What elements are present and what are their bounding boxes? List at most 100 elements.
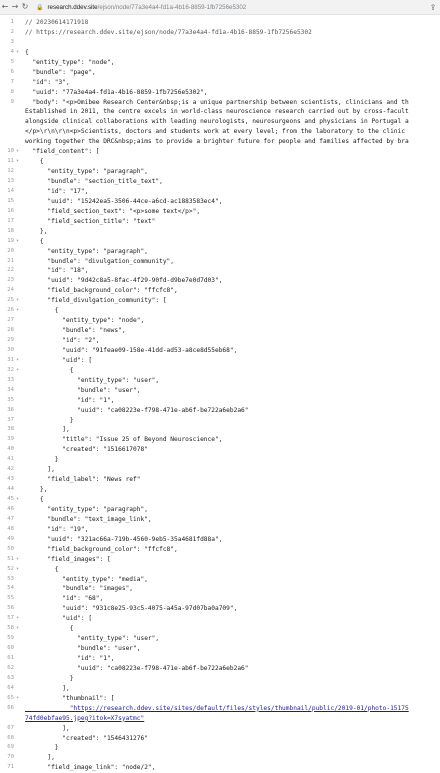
code-text: "entity_type": "user", xyxy=(25,376,160,384)
code-line: 44 }, xyxy=(0,485,440,495)
line-number: 59 xyxy=(7,635,14,642)
line-number: 22 xyxy=(7,267,14,274)
line-number: 26 xyxy=(7,307,14,314)
fold-toggle-icon[interactable]: ▾ xyxy=(16,296,19,306)
line-number: 48 xyxy=(7,525,14,532)
fold-toggle-icon[interactable]: ▾ xyxy=(16,495,19,505)
line-number: 54 xyxy=(7,585,14,592)
code-line: 11 ▾ { xyxy=(0,157,440,167)
line-number: 7 xyxy=(10,78,14,85)
code-line: 71 "field_image_link": "node/2", xyxy=(0,763,440,773)
address-bar[interactable]: 🔒 research.ddev.site /ejson/node/77a3e4a… xyxy=(36,4,426,11)
line-number: 41 xyxy=(7,456,14,463)
code-line: 65 ▾ "thumbnail": [ xyxy=(0,694,440,704)
code-line: 25 ▾ "field_divulgation_community": [ xyxy=(0,296,440,306)
code-line: 10 ▾ "field_content": [ xyxy=(0,147,440,157)
code-text: </p>\r\n\r\n<p>Scientists, doctors and s… xyxy=(25,128,405,136)
code-text: "uid": [ xyxy=(25,356,93,364)
fold-toggle-icon[interactable]: ▾ xyxy=(16,48,19,58)
code-text: { xyxy=(25,565,59,573)
line-number: 68 xyxy=(7,734,14,741)
line-number: 46 xyxy=(7,505,14,512)
code-text: // https://research.ddev.site/ejson/node… xyxy=(25,28,312,36)
line-number: 35 xyxy=(7,396,14,403)
fold-toggle-icon[interactable]: ▾ xyxy=(16,147,19,157)
line-number: 43 xyxy=(7,476,14,483)
fold-toggle-icon[interactable]: ▾ xyxy=(16,614,19,624)
share-icon[interactable]: ⇪ xyxy=(426,3,440,12)
code-line: 70 ], xyxy=(0,753,440,763)
code-line: 66 "https://research.ddev.site/sites/def… xyxy=(0,704,440,714)
code-text: "entity_type": "paragraph", xyxy=(25,168,148,176)
line-number: 47 xyxy=(7,515,14,522)
url-link[interactable]: "https://research.ddev.site/sites/defaul… xyxy=(25,704,409,714)
browser-toolbar: ← → ↻ 🔒 research.ddev.site /ejson/node/7… xyxy=(0,0,440,15)
code-text: "id": "18", xyxy=(25,267,89,275)
line-number: 61 xyxy=(7,655,14,661)
code-text: "entity_type": "node", xyxy=(25,58,115,66)
code-line: 51 ▾ "field_images": [ xyxy=(0,555,440,565)
code-text: // 20230614171918 xyxy=(25,19,89,26)
fold-toggle-icon[interactable]: ▾ xyxy=(16,237,19,247)
line-number: 8 xyxy=(10,88,14,95)
code-line: 8 "uuid": "77a3e4a4-fd1a-4b16-8859-1fb72… xyxy=(0,88,440,98)
code-text: "uuid": "15242ea5-3506-44ce-a6cd-ac18835… xyxy=(25,197,223,205)
fold-toggle-icon[interactable]: ▾ xyxy=(16,157,19,167)
code-line: alongside clinical collaborations with l… xyxy=(0,117,440,127)
line-number: 23 xyxy=(7,277,14,284)
code-text: working together the DRC&nbsp;aims to pr… xyxy=(25,138,409,146)
code-text: { xyxy=(25,625,74,633)
line-number: 32 xyxy=(7,366,14,373)
line-number: 70 xyxy=(7,754,14,761)
code-text: { xyxy=(25,307,59,315)
code-text: } xyxy=(25,416,74,424)
fold-toggle-icon[interactable]: ▾ xyxy=(16,555,19,565)
code-line: 62 "uuid": "ca08223e-f798-471e-ab6f-be72… xyxy=(0,664,440,674)
line-number: 34 xyxy=(7,386,14,393)
code-text: "id": "2", xyxy=(25,337,100,344)
code-line: 26 ▾ { xyxy=(0,306,440,316)
line-number: 67 xyxy=(7,724,14,731)
code-line: 21 "bundle": "divulgation_community", xyxy=(0,257,440,267)
code-line: 55 "id": "68", xyxy=(0,594,440,604)
code-line: 74fd0ebfae95.jpeg?itok=X7syatmc" xyxy=(0,714,440,724)
code-text: alongside clinical collaborations with l… xyxy=(25,118,409,126)
fold-toggle-icon[interactable]: ▾ xyxy=(16,694,19,704)
line-number: 6 xyxy=(10,68,14,75)
line-number: 17 xyxy=(7,217,14,224)
line-number: 60 xyxy=(7,645,14,652)
code-line: 4 ▾ { xyxy=(0,48,440,58)
line-number: 44 xyxy=(7,486,14,493)
code-line: 29 "id": "2", xyxy=(0,336,440,346)
line-number: 64 xyxy=(7,684,14,691)
code-line: 28 "bundle": "news", xyxy=(0,326,440,336)
fold-toggle-icon[interactable]: ▾ xyxy=(16,366,19,376)
code-line: 60 "bundle": "user", xyxy=(0,644,440,654)
fold-toggle-icon[interactable]: ▾ xyxy=(16,624,19,634)
line-number: 19 xyxy=(7,237,14,244)
reload-icon[interactable]: ↻ xyxy=(20,0,30,14)
code-line: 13 "bundle": "section_title_text", xyxy=(0,177,440,187)
fold-toggle-icon[interactable]: ▾ xyxy=(16,565,19,575)
code-line: 12 "entity_type": "paragraph", xyxy=(0,167,440,177)
fold-toggle-icon[interactable]: ▾ xyxy=(16,356,19,366)
code-text: { xyxy=(25,366,74,374)
line-number: 25 xyxy=(7,297,14,304)
line-number: 18 xyxy=(7,227,14,234)
arrow-left-icon[interactable]: ← xyxy=(0,0,10,14)
code-line: 2 // https://research.ddev.site/ejson/nod… xyxy=(0,28,440,38)
url-link[interactable]: 74fd0ebfae95.jpeg?itok=X7syatmc" xyxy=(25,714,144,724)
line-number: 62 xyxy=(7,664,14,671)
code-text: "entity_type": "user", xyxy=(25,635,160,643)
code-text: "bundle": "text_image_link", xyxy=(25,515,152,523)
fold-toggle-icon[interactable]: ▾ xyxy=(16,306,19,316)
line-number: 56 xyxy=(7,605,14,612)
code-text: "entity_type": "paragraph", xyxy=(25,247,148,255)
code-line: 17 "field_section_title": "text" xyxy=(0,217,440,227)
line-number: 21 xyxy=(7,257,14,264)
code-line: 43 "field_label": "News ref" xyxy=(0,475,440,485)
code-text: ], xyxy=(25,724,70,732)
arrow-right-icon[interactable]: → xyxy=(10,0,20,14)
line-number: 12 xyxy=(7,168,14,175)
code-text: "uid": [ xyxy=(25,615,93,623)
